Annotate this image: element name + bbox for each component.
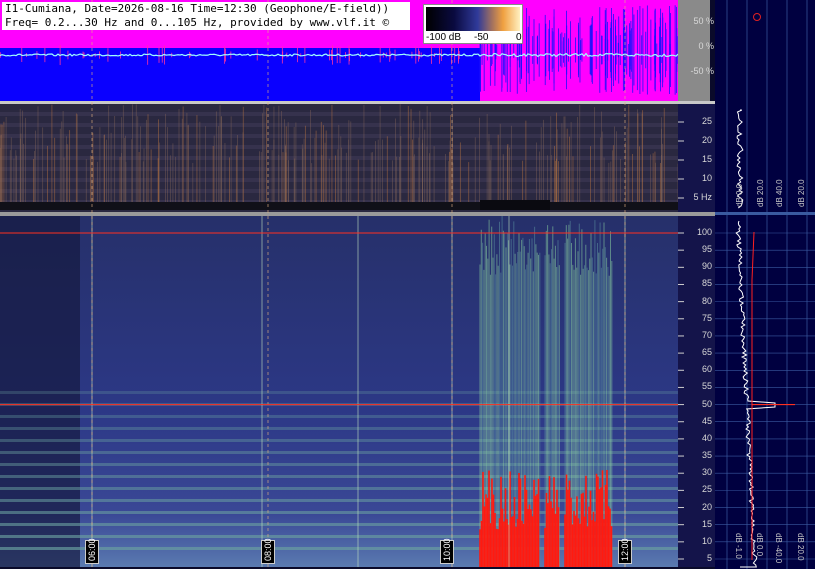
lf-dark-gap	[480, 200, 550, 210]
hf-ytick: 100	[696, 227, 712, 237]
hf-ytick: 40	[701, 432, 712, 443]
header-box: I1-Cumiana, Date=2026-08-16 Time=12:30 (…	[2, 2, 410, 30]
profile-top-label: dB 20.0	[797, 179, 806, 207]
spectrogram-window: I1-Cumiana, Date=2026-08-16 Time=12:30 (…	[0, 0, 815, 569]
profile-bottom-label: dB 20.0	[796, 533, 805, 561]
hf-ytick: 65	[701, 347, 712, 358]
hf-ytick: 15	[701, 518, 712, 529]
header-line-2: Freq= 0.2...30 Hz and 0...105 Hz, provid…	[5, 16, 390, 29]
hf-ytick: 50	[701, 398, 712, 409]
hf-ytick: 10	[701, 535, 712, 546]
hf-ytick: 95	[701, 244, 712, 255]
lf-ytick: 5 Hz	[693, 192, 712, 202]
hf-ytick: 20	[701, 501, 712, 512]
hf-ytick: 45	[701, 415, 712, 426]
separator-mid	[0, 212, 715, 216]
profile-bottom-label: dB -40.0	[774, 533, 783, 564]
colorbar-label-mid: -50	[474, 32, 489, 43]
hf-ytick: 80	[701, 295, 712, 306]
hf-ytick: 55	[701, 381, 712, 392]
profile-bottom-label: dB -1.0	[734, 533, 743, 559]
colorbar-gradient	[426, 7, 520, 31]
lf-ytick: 10	[701, 173, 712, 183]
lf-ytick: 20	[701, 135, 712, 145]
profile-separator	[715, 212, 815, 215]
time-label: 08:00	[261, 538, 275, 564]
hf-ytick: 60	[701, 364, 712, 375]
header-line-1: I1-Cumiana, Date=2026-08-16 Time=12:30 (…	[5, 2, 390, 15]
hf-ytick: 70	[701, 329, 712, 340]
lf-band	[0, 112, 678, 116]
waveform-ytick: -50 %	[690, 66, 714, 76]
waveform-ytick: 50 %	[693, 16, 714, 26]
hf-ytick: 30	[701, 467, 712, 478]
colorbar: -100 dB -50 0	[423, 4, 523, 44]
lf-floor	[0, 202, 678, 210]
hf-ytick: 75	[701, 312, 712, 323]
profile-top-label: dB 40.0	[775, 179, 784, 207]
time-label-text: 06:00	[87, 538, 97, 561]
hf-ytick: 5	[706, 553, 712, 563]
lf-ytick: 15	[701, 154, 712, 164]
time-label: 12:00	[618, 538, 632, 564]
waveform-ytick: 0 %	[698, 41, 714, 51]
time-label-text: 10:00	[442, 538, 452, 561]
profile-top-label: dB 0.0	[735, 183, 744, 207]
profile-top-label: dB 20.0	[756, 179, 765, 207]
hf-ytick: 25	[701, 484, 712, 495]
separator-top	[0, 101, 715, 104]
colorbar-label-max: 0	[516, 32, 522, 43]
hf-ytick: 35	[701, 450, 712, 461]
time-label-text: 12:00	[620, 538, 630, 561]
time-label: 06:00	[85, 538, 99, 564]
lf-ytick: 25	[701, 116, 712, 126]
time-label-text: 08:00	[263, 538, 273, 561]
colorbar-label-min: -100 dB	[426, 32, 462, 43]
profile-bottom-label: dB 0.0	[755, 533, 764, 557]
hf-ytick: 85	[701, 278, 712, 289]
hf-ytick: 90	[701, 261, 712, 272]
time-label: 10:00	[440, 538, 454, 564]
